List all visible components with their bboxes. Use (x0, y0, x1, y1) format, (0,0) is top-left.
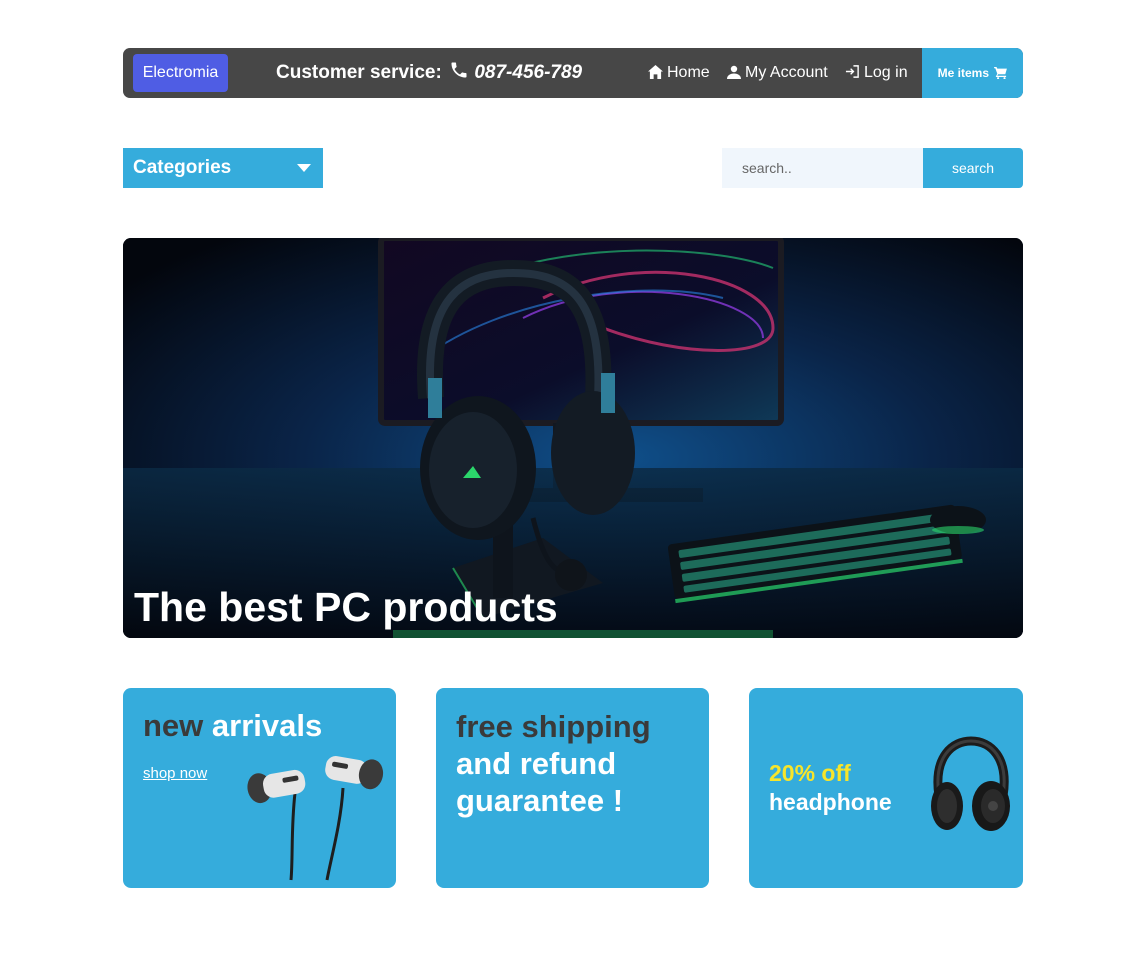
search-input[interactable] (722, 148, 923, 188)
brand-logo-button[interactable]: Electromia (133, 54, 228, 92)
cart-icon (994, 67, 1008, 80)
nav-home-label: Home (667, 64, 710, 81)
new-arrivals-title-light: arrivals (211, 708, 323, 743)
login-icon (845, 65, 859, 78)
search-button[interactable]: search (923, 148, 1023, 188)
nav-login-label: Log in (864, 64, 908, 81)
hero-banner: The best PC products (123, 238, 1023, 638)
cart-button[interactable]: Me items (922, 48, 1023, 98)
new-arrivals-title-dark: new (143, 708, 204, 743)
top-navigation-bar: Electromia Customer service: 087-456-789… (123, 48, 1023, 98)
hero-title: The best PC products (134, 584, 558, 630)
headphone-image (931, 736, 1010, 831)
shop-now-link[interactable]: shop now (143, 765, 207, 782)
categories-label: Categories (133, 157, 232, 178)
user-icon (727, 65, 741, 79)
cart-label: Me items (937, 66, 989, 80)
nav-login-link[interactable]: Log in (845, 48, 908, 98)
discount-label: 20% off (769, 760, 851, 786)
categories-dropdown[interactable]: Categories (123, 148, 323, 188)
promo-card-headphone-discount[interactable]: 20% off headphone (749, 688, 1023, 888)
free-shipping-line2: and refund (456, 746, 617, 781)
hero-image (123, 238, 1023, 638)
discount-product: headphone (769, 789, 892, 815)
customer-service-label: Customer service: (276, 62, 442, 83)
new-arrivals-title: new arrivals (143, 708, 322, 744)
phone-icon (449, 50, 469, 98)
nav-home-link[interactable]: Home (648, 48, 710, 98)
earbuds-image (247, 756, 384, 881)
home-icon (648, 65, 663, 79)
chevron-down-icon (297, 164, 311, 172)
phone-number: 087-456-789 (474, 62, 583, 83)
free-shipping-line3: guarantee ! (456, 783, 624, 818)
free-shipping-line1: free shipping (456, 709, 651, 744)
nav-account-link[interactable]: My Account (727, 48, 828, 98)
free-shipping-text: free shipping and refund guarantee ! (456, 708, 651, 819)
customer-service: Customer service: 087-456-789 (276, 48, 582, 98)
nav-account-label: My Account (745, 64, 828, 81)
promo-card-new-arrivals[interactable]: new arrivals shop now (123, 688, 396, 888)
promo-card-free-shipping[interactable]: free shipping and refund guarantee ! (436, 688, 709, 888)
